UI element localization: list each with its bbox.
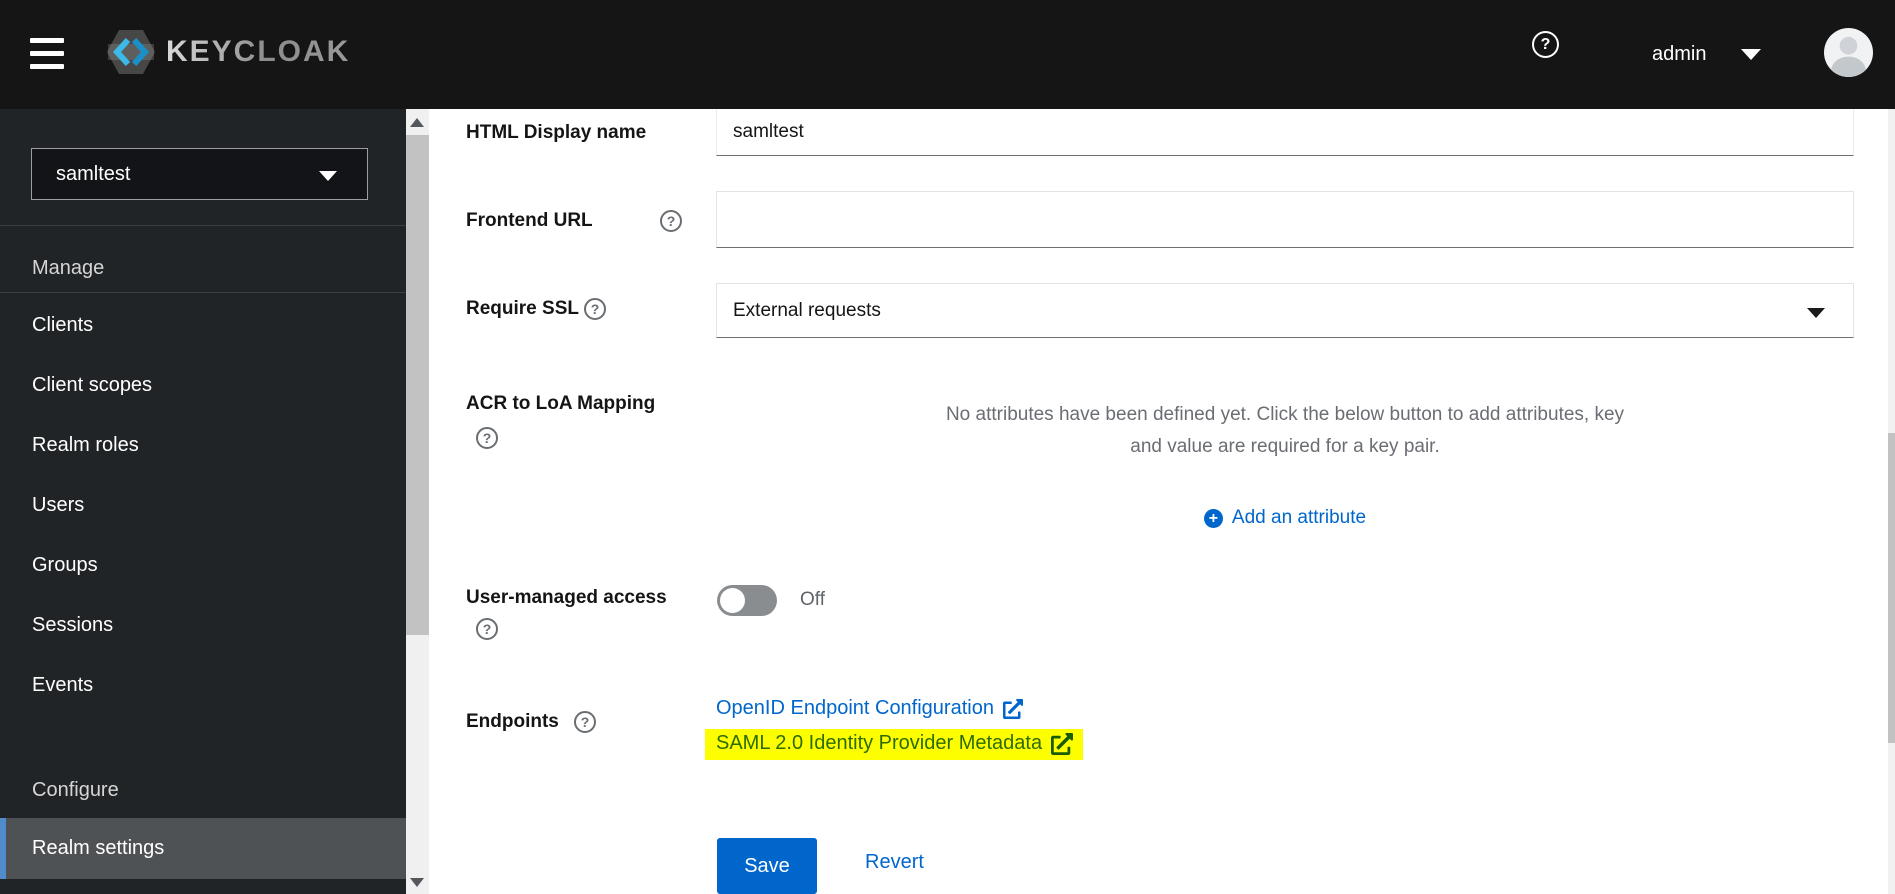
sidebar-item-realm-roles[interactable]: Realm roles — [32, 432, 139, 458]
help-icon[interactable] — [476, 427, 498, 449]
help-icon[interactable] — [584, 298, 606, 320]
avatar[interactable] — [1824, 28, 1873, 77]
sidebar-item-client-scopes[interactable]: Client scopes — [32, 372, 152, 398]
require-ssl-select[interactable]: External requests — [716, 283, 1854, 338]
add-attribute-button[interactable]: Add an attribute — [935, 507, 1635, 529]
external-link-icon — [1002, 698, 1023, 719]
openid-endpoint-configuration-link[interactable]: OpenID Endpoint Configuration — [716, 697, 1023, 720]
user-menu[interactable]: admin — [1652, 42, 1706, 66]
divider — [0, 292, 406, 293]
add-attribute-label: Add an attribute — [1231, 507, 1367, 528]
help-icon[interactable] — [1532, 31, 1559, 58]
scroll-down-arrow-icon[interactable] — [410, 878, 424, 887]
require-ssl-value: External requests — [733, 299, 881, 321]
chevron-down-icon — [319, 171, 337, 181]
page-scrollbar[interactable] — [1888, 109, 1895, 894]
divider — [0, 225, 406, 226]
menu-toggle-icon[interactable] — [30, 38, 64, 70]
revert-button[interactable]: Revert — [865, 851, 924, 874]
keycloak-hexagon-icon — [107, 30, 155, 74]
keycloak-admin-console: KEYCLOAK admin samltest Manage Clients C… — [0, 0, 1895, 894]
nav-section-configure: Configure — [32, 779, 119, 801]
sidebar-item-realm-settings[interactable]: Realm settings — [0, 818, 406, 879]
frontend-url-input[interactable] — [716, 191, 1854, 248]
nav-scrollbar-thumb[interactable] — [406, 135, 429, 635]
brand-wordmark: KEYCLOAK — [166, 35, 351, 68]
sidebar-item-events[interactable]: Events — [32, 672, 93, 698]
realm-settings-form: HTML Display name Frontend URL Require S… — [429, 109, 1888, 894]
person-icon — [1830, 36, 1867, 77]
realm-selector-value: samltest — [56, 162, 131, 185]
keycloak-logo: KEYCLOAK — [106, 28, 350, 76]
sidebar-item-clients[interactable]: Clients — [32, 312, 93, 338]
frontend-url-label: Frontend URL — [466, 210, 593, 231]
help-icon[interactable] — [574, 711, 596, 733]
endpoints-label: Endpoints — [466, 711, 559, 732]
sidebar-item-users[interactable]: Users — [32, 492, 84, 518]
scroll-up-arrow-icon[interactable] — [410, 118, 424, 127]
chevron-down-icon[interactable] — [1741, 49, 1761, 60]
toggle-state-text: Off — [800, 589, 825, 610]
page-scrollbar-thumb[interactable] — [1888, 433, 1895, 743]
chevron-down-icon — [1807, 308, 1825, 318]
require-ssl-label: Require SSL — [466, 298, 579, 319]
help-icon[interactable] — [476, 618, 498, 640]
acr-loa-mapping-label: ACR to LoA Mapping — [466, 393, 656, 414]
html-display-name-label: HTML Display name — [466, 122, 647, 143]
link-label: SAML 2.0 Identity Provider Metadata — [716, 732, 1043, 754]
realm-selector[interactable]: samltest — [31, 148, 368, 200]
masthead: KEYCLOAK admin — [0, 0, 1895, 109]
help-icon[interactable] — [660, 210, 682, 232]
nav-section-manage: Manage — [32, 257, 105, 279]
plus-circle-icon — [1203, 508, 1223, 528]
html-display-name-input[interactable] — [716, 109, 1854, 156]
acr-loa-empty-state-text: No attributes have been defined yet. Cli… — [945, 404, 1625, 457]
external-link-icon — [1051, 732, 1074, 755]
link-label: OpenID Endpoint Configuration — [716, 697, 994, 719]
nav-scrollbar[interactable] — [406, 109, 429, 894]
saml-identity-provider-metadata-link-highlighted[interactable]: SAML 2.0 Identity Provider Metadata — [705, 729, 1084, 760]
toggle-knob — [720, 588, 745, 613]
sidebar-item-label: Realm settings — [32, 837, 165, 859]
user-managed-access-label: User-managed access — [466, 587, 667, 608]
user-managed-access-toggle[interactable] — [717, 585, 777, 616]
save-button[interactable]: Save — [717, 838, 817, 894]
sidebar-item-groups[interactable]: Groups — [32, 552, 98, 578]
sidebar-item-sessions[interactable]: Sessions — [32, 612, 113, 638]
sidebar: samltest Manage Clients Client scopes Re… — [0, 109, 406, 894]
